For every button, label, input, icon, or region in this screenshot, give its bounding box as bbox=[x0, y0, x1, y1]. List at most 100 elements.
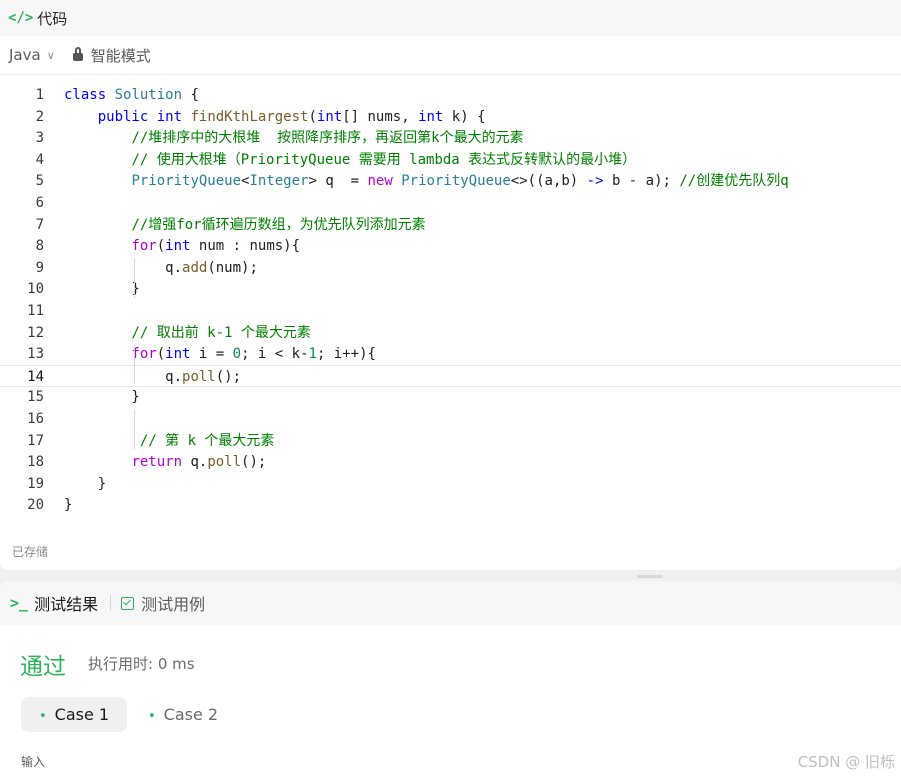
code-line[interactable]: 9 q.add(num); bbox=[0, 257, 901, 279]
code-text: //堆排序中的大根堆 按照降序排序，再返回第k个最大的元素 bbox=[64, 127, 524, 149]
code-line[interactable]: 18 return q.poll(); bbox=[0, 451, 901, 473]
code-panel-header: </> 代码 bbox=[0, 0, 901, 36]
code-token: q. bbox=[64, 259, 183, 276]
code-token: // 使用大根堆（PriorityQueue 需要用 lambda 表达式反转默… bbox=[131, 151, 637, 168]
code-token: PriorityQueue bbox=[401, 173, 511, 190]
code-token: > q = bbox=[308, 173, 368, 190]
line-number: 8 bbox=[35, 238, 44, 255]
code-token: // 第 k 个最大元素 bbox=[139, 432, 275, 449]
code-token: q. bbox=[64, 368, 183, 385]
code-line[interactable]: 4 // 使用大根堆（PriorityQueue 需要用 lambda 表达式反… bbox=[0, 149, 901, 171]
code-line[interactable]: 14 q.poll(); bbox=[0, 364, 901, 388]
result-status: 通过 bbox=[20, 654, 66, 680]
code-token: int bbox=[165, 346, 191, 363]
code-text: // 取出前 k-1 个最大元素 bbox=[64, 322, 310, 344]
terminal-icon: >_ bbox=[10, 594, 29, 612]
code-token: Integer bbox=[249, 173, 309, 190]
code-text: } bbox=[64, 473, 106, 495]
code-token: <>((a,b) bbox=[510, 173, 587, 190]
code-text: public int findKthLargest(int[] nums, in… bbox=[64, 106, 486, 128]
code-token: } bbox=[64, 475, 107, 492]
code-token: { bbox=[182, 87, 199, 103]
smart-mode-label: 智能模式 bbox=[90, 46, 151, 65]
code-token: 1 bbox=[308, 346, 317, 363]
code-text: } bbox=[64, 494, 72, 516]
code-token: poll bbox=[182, 368, 216, 385]
code-token: for bbox=[131, 238, 157, 255]
code-line[interactable]: 7 //增强for循环遍历数组，为优先队列添加元素 bbox=[0, 214, 901, 236]
code-text: for(int i = 0; i < k-1; i++){ bbox=[64, 343, 376, 365]
code-line[interactable]: 20} bbox=[0, 494, 901, 516]
tab-test-cases[interactable]: 测试用例 bbox=[121, 591, 205, 615]
code-token: for bbox=[131, 346, 157, 363]
line-number: 1 bbox=[35, 87, 44, 103]
code-line[interactable]: 17 // 第 k 个最大元素 bbox=[0, 430, 901, 452]
case-1-label: Case 1 bbox=[54, 705, 110, 724]
case-2-button[interactable]: • Case 2 bbox=[130, 697, 236, 732]
smart-mode-toggle[interactable]: 智能模式 bbox=[72, 45, 151, 66]
code-token: ; i++){ bbox=[316, 346, 376, 363]
code-text: } bbox=[64, 386, 139, 408]
code-token: poll bbox=[207, 454, 242, 471]
code-token: //增强for循环遍历数组，为优先队列添加元素 bbox=[131, 216, 426, 233]
case-1-button[interactable]: • Case 1 bbox=[21, 697, 128, 732]
line-number: 12 bbox=[27, 324, 44, 341]
code-line[interactable]: 12 // 取出前 k-1 个最大元素 bbox=[0, 322, 901, 344]
code-line[interactable]: 15 } bbox=[0, 386, 901, 408]
code-line[interactable]: 1 class Solution { bbox=[0, 84, 901, 106]
code-token: int bbox=[316, 108, 343, 125]
code-token: return bbox=[131, 454, 183, 471]
line-number: 13 bbox=[27, 346, 44, 363]
code-token: int bbox=[418, 108, 444, 125]
code-line[interactable]: 8 for(int num : nums){ bbox=[0, 235, 901, 257]
code-line[interactable]: 5 PriorityQueue<Integer> q = new Priorit… bbox=[0, 170, 901, 192]
code-token: num : nums){ bbox=[190, 238, 301, 255]
code-panel: </> 代码 Java ∨ 智能模式 1 class Solution {2 pu… bbox=[0, 0, 901, 570]
code-line[interactable]: 6 bbox=[0, 192, 901, 214]
panel-resize-handle[interactable] bbox=[637, 575, 663, 578]
code-line[interactable]: 11 bbox=[0, 300, 901, 322]
code-line[interactable]: 2 public int findKthLargest(int[] nums, … bbox=[0, 106, 901, 128]
result-tabs: >_ 测试结果 测试用例 bbox=[0, 581, 901, 625]
code-token: q. bbox=[182, 454, 208, 471]
code-line[interactable]: 19 } bbox=[0, 473, 901, 495]
code-text: PriorityQueue<Integer> q = new PriorityQ… bbox=[64, 170, 789, 192]
code-text: q.poll(); bbox=[64, 366, 241, 388]
indent-guide bbox=[134, 410, 135, 450]
code-line[interactable]: 10 } bbox=[0, 278, 901, 300]
code-line[interactable]: 16 bbox=[0, 408, 901, 430]
language-select[interactable]: Java ∨ bbox=[9, 46, 55, 64]
code-token: Solution bbox=[114, 87, 183, 103]
line-number: 10 bbox=[27, 281, 44, 298]
line-number: 2 bbox=[35, 108, 44, 125]
editor-toolbar: Java ∨ 智能模式 bbox=[0, 36, 901, 75]
code-text: class Solution { bbox=[64, 84, 199, 106]
code-token: -> bbox=[586, 173, 604, 190]
code-token: //创建优先队列q bbox=[679, 173, 789, 190]
tab-test-results[interactable]: >_ 测试结果 bbox=[10, 591, 98, 615]
code-line[interactable]: 3 //堆排序中的大根堆 按照降序排序，再返回第k个最大的元素 bbox=[0, 127, 901, 149]
line-number: 15 bbox=[27, 389, 44, 406]
line-number: 9 bbox=[35, 259, 44, 276]
code-token: add bbox=[182, 259, 208, 276]
code-line[interactable]: 13 for(int i = 0; i < k-1; i++){ bbox=[0, 343, 901, 365]
code-token: //堆排序中的大根堆 按照降序排序，再返回第k个最大的元素 bbox=[131, 130, 524, 147]
code-brackets-icon: </> bbox=[8, 10, 34, 26]
line-number: 5 bbox=[35, 173, 44, 190]
line-number: 3 bbox=[35, 130, 44, 147]
code-token: int bbox=[165, 238, 191, 255]
code-text: //增强for循环遍历数组，为优先队列添加元素 bbox=[64, 214, 426, 236]
line-number: 11 bbox=[27, 303, 44, 319]
code-text: } bbox=[64, 278, 139, 300]
saved-status: 已存储 bbox=[12, 545, 49, 559]
case-status-dot-icon: • bbox=[148, 709, 156, 724]
input-label: 输入 bbox=[21, 755, 46, 769]
